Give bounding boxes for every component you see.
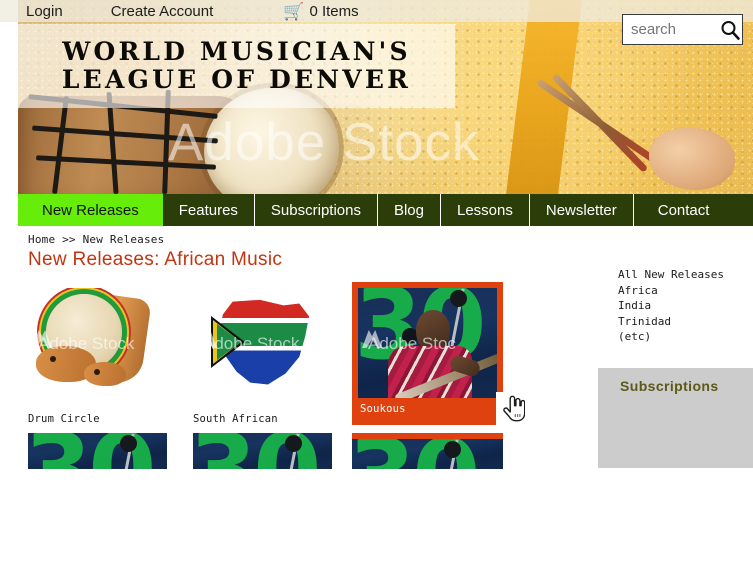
catalog-item-clipped[interactable]: 30 bbox=[193, 433, 332, 469]
drumstick bbox=[551, 73, 649, 173]
catalog-item-label: Soukous bbox=[360, 403, 406, 415]
category-link-india[interactable]: India bbox=[618, 298, 724, 314]
thumbnail[interactable]: Adobe Stock bbox=[193, 288, 332, 405]
catalog-item-drum-circle[interactable]: Adobe Stock Drum Circle bbox=[28, 288, 167, 425]
category-link-trinidad[interactable]: Trinidad bbox=[618, 314, 724, 330]
category-link-all-new-releases[interactable]: All New Releases bbox=[618, 267, 724, 283]
thumbnail[interactable]: Adobe Stock bbox=[28, 288, 167, 405]
catalog-row-clipped: 30 30 30 bbox=[28, 433, 538, 469]
soukous-musician-artwork: 30 bbox=[358, 288, 497, 398]
thumbnail[interactable]: 30 Adobe Stoc bbox=[358, 288, 497, 398]
cart-item-count: 0 Items bbox=[309, 2, 359, 20]
logo-line-2: LEAGUE OF DENVER bbox=[61, 65, 412, 94]
create-account-link[interactable]: Create Account bbox=[111, 3, 214, 20]
category-links: All New Releases Africa India Trinidad (… bbox=[618, 267, 724, 345]
search-box[interactable] bbox=[622, 14, 743, 45]
catalog-item-clipped[interactable]: 30 bbox=[28, 433, 167, 469]
shopping-cart-icon: 🛒 bbox=[283, 1, 305, 21]
nav-item-features[interactable]: Features bbox=[163, 194, 255, 226]
cart-link[interactable]: 🛒 0 Items bbox=[283, 3, 358, 20]
category-link-etc[interactable]: (etc) bbox=[618, 329, 724, 345]
catalog-item-south-african[interactable]: Adobe Stock South African bbox=[193, 288, 332, 425]
nav-item-newsletter[interactable]: Newsletter bbox=[530, 194, 634, 226]
subscriptions-panel[interactable]: Subscriptions bbox=[598, 368, 753, 468]
main-nav: New Releases Features Subscriptions Blog… bbox=[18, 194, 753, 226]
page-root: Adobe Stock Login Create Account 🛒 0 Ite… bbox=[0, 0, 753, 568]
login-link[interactable]: Login bbox=[26, 3, 63, 20]
search-input[interactable] bbox=[631, 21, 717, 38]
category-link-africa[interactable]: Africa bbox=[618, 283, 724, 299]
catalog-item-clipped[interactable]: 30 bbox=[352, 433, 503, 469]
catalog-item-soukous[interactable]: 30 Adobe Stoc Soukous bbox=[352, 282, 503, 425]
pointing-hand-cursor bbox=[496, 392, 531, 425]
magnifier-icon[interactable] bbox=[719, 19, 741, 41]
nav-item-contact[interactable]: Contact bbox=[634, 194, 753, 226]
nav-item-new-releases[interactable]: New Releases bbox=[18, 194, 163, 226]
breadcrumb[interactable]: Home >> New Releases bbox=[28, 233, 164, 246]
nav-item-lessons[interactable]: Lessons bbox=[441, 194, 530, 226]
soukous-musician-artwork: 30 bbox=[28, 433, 167, 469]
soukous-musician-artwork: 30 bbox=[352, 439, 503, 469]
page-title: New Releases: African Music bbox=[28, 249, 283, 270]
nav-item-subscriptions[interactable]: Subscriptions bbox=[255, 194, 378, 226]
site-logo[interactable]: WORLD MUSICIAN'S LEAGUE OF DENVER bbox=[18, 24, 455, 108]
catalog-item-label: South African bbox=[193, 413, 278, 425]
catalog-grid: Adobe Stock Drum Circle Adobe Stock Sout… bbox=[28, 282, 538, 469]
soukous-musician-artwork: 30 bbox=[193, 433, 332, 469]
south-africa-flag-map-artwork bbox=[193, 288, 332, 405]
drum-circle-artwork bbox=[28, 288, 167, 405]
nav-item-blog[interactable]: Blog bbox=[378, 194, 441, 226]
catalog-row: Adobe Stock Drum Circle Adobe Stock Sout… bbox=[28, 282, 538, 425]
subscriptions-panel-title: Subscriptions bbox=[620, 378, 719, 394]
logo-line-1: WORLD MUSICIAN'S bbox=[62, 37, 411, 66]
catalog-item-label: Drum Circle bbox=[28, 413, 100, 425]
